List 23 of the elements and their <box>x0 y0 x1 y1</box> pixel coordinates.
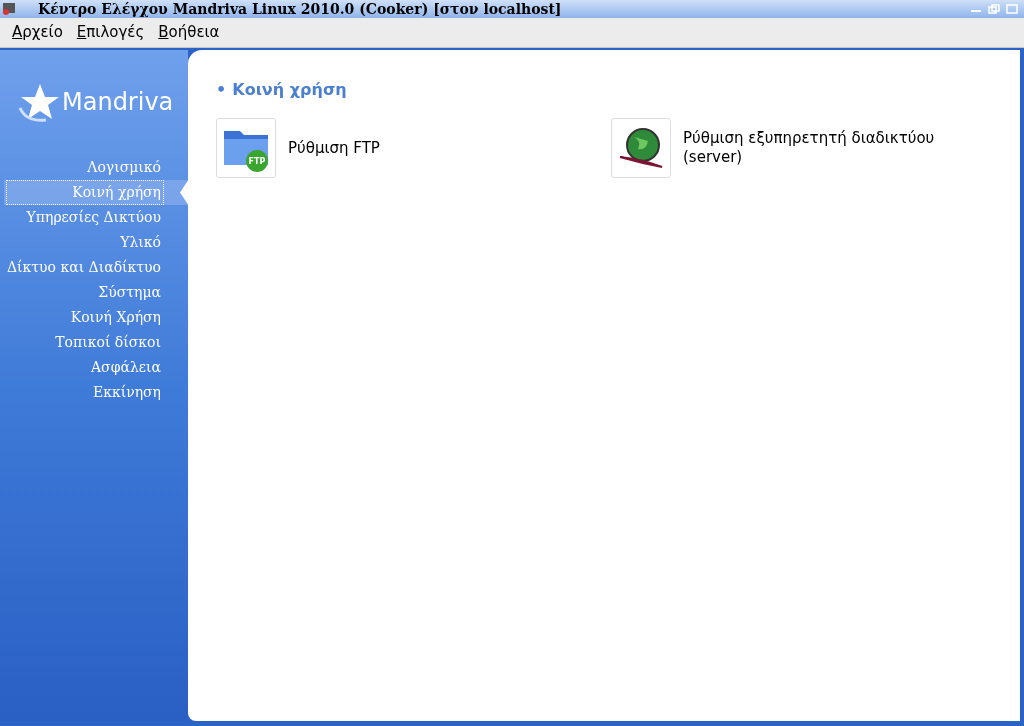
bullet: • <box>216 79 227 101</box>
tool-label[interactable]: Ρύθμιση FTP <box>288 138 380 158</box>
sidebar-item[interactable]: Λογισμικό <box>86 155 164 180</box>
menu-item[interactable]: Αρχείο <box>12 25 63 40</box>
close-icon[interactable] <box>1006 4 1018 14</box>
sidebar-item[interactable]: Τοπικοί δίσκοι <box>54 330 164 355</box>
sidebar-item[interactable]: Δίκτυο και Διαδίκτυο <box>5 255 164 280</box>
sidebar-item[interactable]: Κοινή Χρήση <box>69 305 164 330</box>
menu-item[interactable]: Βοήθεια <box>158 25 220 40</box>
sidebar-item[interactable]: Υλικό <box>119 230 164 255</box>
sidebar-item[interactable]: Εκκίνηση <box>91 380 164 405</box>
app-icon <box>2 2 16 16</box>
folder-icon[interactable]: FTP <box>216 118 276 178</box>
tool-label[interactable]: Ρύθμιση εξυπηρετητή διαδικτύου (server) <box>683 129 973 167</box>
menu-item[interactable]: Επιλογές <box>76 25 145 40</box>
sidebar-item[interactable]: Υπηρεσίες Δικτύου <box>25 205 164 230</box>
window-title: Κέντρο Ελέγχου Mandriva Linux 2010.0 (Cooker) [στον localhost] <box>38 2 562 16</box>
restore-icon[interactable] <box>988 4 1000 14</box>
sidebar-item[interactable]: Κοινή χρήση <box>6 180 164 205</box>
logo-text: Mandriva <box>62 89 174 114</box>
sidebar-item[interactable]: Ασφάλεια <box>90 355 164 380</box>
sidebar-item[interactable]: Σύστημα <box>97 280 164 305</box>
section-title: Κοινή χρήση <box>232 79 347 101</box>
